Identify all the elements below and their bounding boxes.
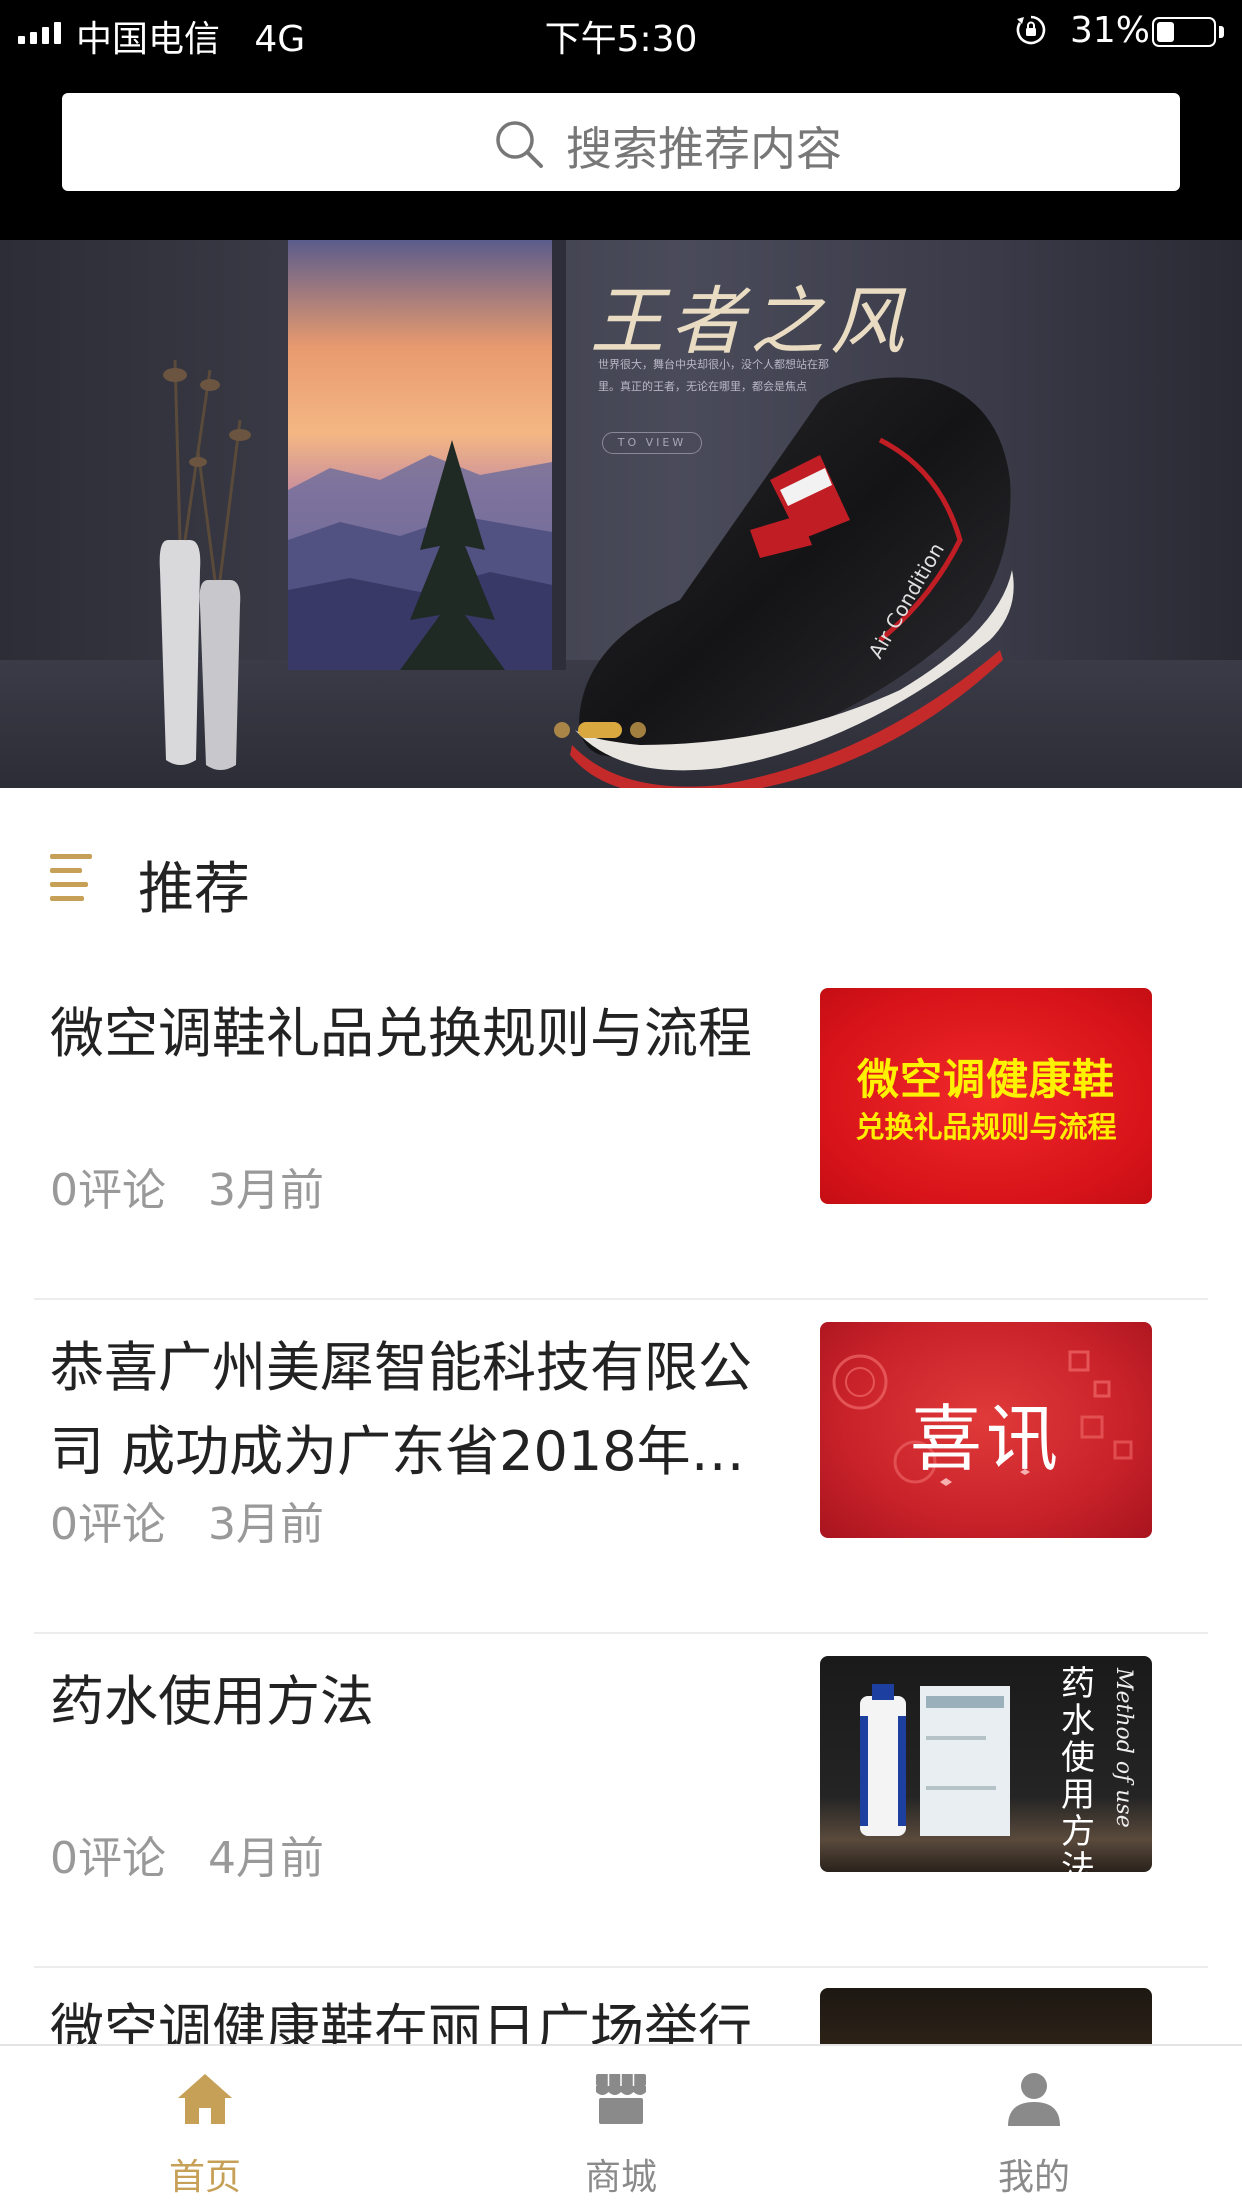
comment-count: 0评论 bbox=[50, 1499, 166, 1550]
banner-title: 王者之风 bbox=[590, 279, 910, 365]
thumbnail-script: Method of use bbox=[1111, 1668, 1136, 1828]
tab-label: 我的 bbox=[997, 2157, 1070, 2198]
clock: 下午5:30 bbox=[544, 19, 698, 60]
carousel-dot[interactable] bbox=[578, 722, 622, 738]
tab-store[interactable]: 商城 bbox=[501, 2046, 741, 2208]
post-time: 4月前 bbox=[207, 1833, 324, 1884]
product-bottles bbox=[860, 1684, 1010, 1836]
article-thumbnail[interactable]: 药水使用方法 Method of use bbox=[820, 1656, 1152, 1872]
article-meta: 0评论 4月前 bbox=[50, 1822, 324, 1886]
article-meta: 0评论 3月前 bbox=[50, 1488, 324, 1552]
thumbnail-text: 药水使用方法 bbox=[1061, 1664, 1095, 1873]
battery-icon bbox=[1152, 17, 1216, 47]
post-time: 3月前 bbox=[207, 1165, 324, 1216]
article-meta: 0评论 3月前 bbox=[50, 1154, 324, 1218]
section-title: 推荐 bbox=[138, 857, 250, 922]
article-item[interactable]: 药水使用方法 0评论 4月前 药水使用方法 Method of use bbox=[0, 1634, 1242, 1968]
tab-label: 商城 bbox=[584, 2157, 657, 2198]
article-thumbnail[interactable] bbox=[820, 1988, 1152, 2044]
tab-label: 首页 bbox=[168, 2157, 241, 2198]
thumbnail-heading: 微空调健康鞋 bbox=[856, 1055, 1115, 1104]
search-header: 搜索推荐内容 bbox=[0, 62, 1242, 240]
carousel-dot[interactable] bbox=[630, 722, 646, 738]
store-icon bbox=[596, 2074, 646, 2124]
article-item[interactable]: 恭喜广州美犀智能科技有限公司 成功成为广东省2018年… 0评论 3月前 喜讯 bbox=[0, 1300, 1242, 1634]
user-icon bbox=[1008, 2073, 1060, 2126]
bottom-tab-bar: 首页 商城 我的 bbox=[0, 2044, 1242, 2208]
promo-banner[interactable]: Air Condition 王者之风 世界很大，舞台中央却很小，没个人都想站在那… bbox=[0, 240, 1242, 788]
rotation-lock-icon bbox=[1016, 15, 1046, 45]
article-item[interactable]: 微空调健康鞋在丽日广场举行 bbox=[0, 1968, 1242, 2044]
home-icon bbox=[178, 2074, 232, 2124]
section-header: 推荐 bbox=[0, 788, 1242, 966]
post-time: 3月前 bbox=[207, 1499, 324, 1550]
article-thumbnail[interactable]: 微空调健康鞋 兑换礼品规则与流程 bbox=[820, 988, 1152, 1204]
banner-view-button[interactable]: TO VIEW bbox=[602, 432, 702, 454]
status-bar: 中国电信 4G 下午5:30 31% bbox=[0, 0, 1242, 62]
carousel-indicator[interactable] bbox=[554, 722, 646, 738]
battery-percent: 31% bbox=[1070, 10, 1151, 51]
search-placeholder: 搜索推荐内容 bbox=[566, 122, 842, 176]
comment-count: 0评论 bbox=[50, 1165, 166, 1216]
article-title: 恭喜广州美犀智能科技有限公司 成功成为广东省2018年… bbox=[50, 1336, 752, 1483]
article-title: 微空调鞋礼品兑换规则与流程 bbox=[50, 1002, 752, 1065]
thumbnail-subheading: 兑换礼品规则与流程 bbox=[855, 1110, 1117, 1144]
tab-home[interactable]: 首页 bbox=[85, 2046, 325, 2208]
search-icon bbox=[496, 121, 543, 168]
list-icon bbox=[50, 854, 110, 910]
carousel-dot[interactable] bbox=[554, 722, 570, 738]
comment-count: 0评论 bbox=[50, 1833, 166, 1884]
search-input[interactable]: 搜索推荐内容 bbox=[62, 93, 1180, 191]
banner-subtitle: 世界很大，舞台中央却很小，没个人都想站在那里。真正的王者，无论在哪里，都会是焦点 bbox=[598, 358, 829, 393]
tab-profile[interactable]: 我的 bbox=[914, 2046, 1154, 2208]
article-title: 药水使用方法 bbox=[50, 1670, 374, 1733]
article-item[interactable]: 微空调鞋礼品兑换规则与流程 0评论 3月前 微空调健康鞋 兑换礼品规则与流程 bbox=[0, 966, 1242, 1300]
thumbnail-text: 喜讯 bbox=[909, 1397, 1062, 1481]
article-title: 微空调健康鞋在丽日广场举行 bbox=[50, 1998, 752, 2044]
article-thumbnail[interactable]: 喜讯 bbox=[820, 1322, 1152, 1538]
